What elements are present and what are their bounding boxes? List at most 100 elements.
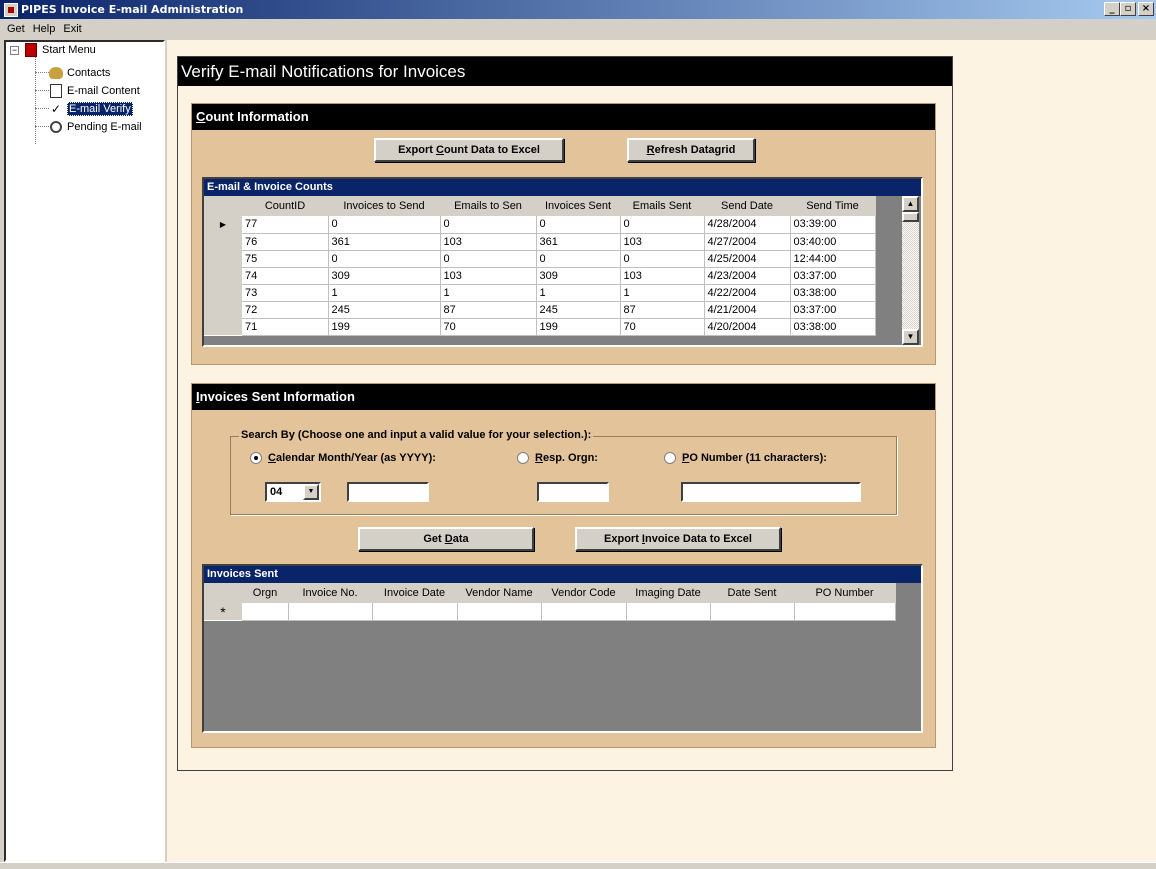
counts-datagrid[interactable]: E-mail & Invoice Counts CountID Invoices… — [202, 177, 923, 347]
menu-exit[interactable]: Exit — [59, 23, 85, 35]
table-cell[interactable]: 4/27/2004 — [704, 233, 791, 251]
table-cell[interactable] — [242, 603, 289, 621]
table-cell[interactable]: 0 — [620, 250, 705, 268]
table-cell[interactable] — [541, 603, 627, 621]
menu-help[interactable]: Help — [29, 23, 60, 35]
table-cell[interactable]: 76 — [242, 233, 329, 251]
column-header[interactable]: Send Time — [790, 196, 876, 216]
navigation-tree[interactable]: − Start Menu Contacts E-mail Content ✓ E… — [4, 40, 165, 862]
table-cell[interactable]: 103 — [620, 267, 705, 285]
minimize-button[interactable]: _ — [1104, 2, 1120, 16]
table-cell[interactable]: 03:37:00 — [790, 301, 876, 319]
column-header[interactable]: Invoices to Send — [328, 196, 441, 216]
table-cell[interactable]: 0 — [328, 250, 441, 268]
table-row[interactable]: ▶ 77 0 0 0 0 4/28/2004 03:39:00 — [204, 216, 876, 234]
table-cell[interactable] — [626, 603, 711, 621]
table-cell[interactable]: 4/21/2004 — [704, 301, 791, 319]
table-cell[interactable]: 72 — [242, 301, 329, 319]
table-cell[interactable]: 0 — [536, 216, 621, 234]
table-cell[interactable]: 70 — [620, 318, 705, 336]
table-cell[interactable]: 4/28/2004 — [704, 216, 791, 234]
column-header[interactable]: Date Sent — [710, 583, 795, 603]
column-header[interactable]: Vendor Code — [541, 583, 627, 603]
column-header[interactable]: Emails Sent — [620, 196, 705, 216]
po-number-input[interactable] — [681, 482, 861, 502]
month-select[interactable]: 04 ▼ — [265, 482, 321, 502]
column-header[interactable]: Invoice No. — [288, 583, 373, 603]
table-cell[interactable] — [457, 603, 542, 621]
table-cell[interactable] — [372, 603, 458, 621]
table-row[interactable]: 75 0 0 0 0 4/25/2004 12:44:00 — [204, 250, 876, 268]
close-button[interactable]: × — [1138, 2, 1154, 16]
new-row[interactable]: * — [204, 603, 896, 621]
column-header[interactable]: Invoices Sent — [536, 196, 621, 216]
row-header[interactable] — [204, 267, 242, 284]
resp-orgn-input[interactable] — [537, 482, 609, 502]
column-header[interactable]: Emails to Sen — [440, 196, 537, 216]
table-cell[interactable]: 03:38:00 — [790, 284, 876, 302]
tree-item-pending-email[interactable]: Pending E-mail — [48, 119, 142, 135]
dropdown-arrow-icon[interactable]: ▼ — [303, 484, 319, 500]
tree-item-email-verify[interactable]: ✓ E-mail Verify — [48, 101, 133, 117]
table-cell[interactable]: 03:39:00 — [790, 216, 876, 234]
table-cell[interactable]: 0 — [620, 216, 705, 234]
table-cell[interactable]: 199 — [328, 318, 441, 336]
table-cell[interactable]: 245 — [328, 301, 441, 319]
export-invoice-data-button[interactable]: Export Invoice Data to Excel — [575, 527, 781, 551]
row-header[interactable] — [204, 284, 242, 301]
maximize-button[interactable]: ▫ — [1120, 2, 1136, 16]
row-header[interactable] — [204, 250, 242, 267]
column-header[interactable]: Vendor Name — [457, 583, 542, 603]
tree-item-email-content[interactable]: E-mail Content — [48, 83, 140, 99]
table-cell[interactable]: 1 — [620, 284, 705, 302]
row-header[interactable] — [204, 318, 242, 335]
tree-item-start-menu[interactable]: − Start Menu — [10, 42, 96, 58]
table-cell[interactable] — [288, 603, 373, 621]
table-cell[interactable]: 75 — [242, 250, 329, 268]
table-cell[interactable]: 4/22/2004 — [704, 284, 791, 302]
column-header[interactable]: Send Date — [704, 196, 791, 216]
table-cell[interactable]: 309 — [328, 267, 441, 285]
get-data-button[interactable]: Get Data — [358, 527, 534, 551]
radio-button[interactable] — [517, 452, 529, 464]
table-cell[interactable]: 0 — [440, 216, 537, 234]
table-cell[interactable]: 03:38:00 — [790, 318, 876, 336]
table-cell[interactable]: 87 — [620, 301, 705, 319]
table-cell[interactable]: 12:44:00 — [790, 250, 876, 268]
table-cell[interactable]: 71 — [242, 318, 329, 336]
column-header[interactable]: Orgn — [242, 583, 289, 603]
counts-scrollbar[interactable]: ▲ ▼ — [902, 196, 919, 345]
menu-get[interactable]: Get — [3, 23, 29, 35]
table-cell[interactable] — [710, 603, 795, 621]
current-row-marker-icon[interactable]: ▶ — [204, 216, 242, 233]
table-cell[interactable]: 1 — [536, 284, 621, 302]
tree-item-contacts[interactable]: Contacts — [48, 65, 110, 81]
scroll-down-icon[interactable]: ▼ — [902, 329, 919, 345]
table-row[interactable]: 71 199 70 199 70 4/20/2004 03:38:00 — [204, 318, 876, 336]
table-cell[interactable]: 0 — [328, 216, 441, 234]
table-cell[interactable]: 245 — [536, 301, 621, 319]
table-row[interactable]: 73 1 1 1 1 4/22/2004 03:38:00 — [204, 284, 876, 302]
table-cell[interactable]: 73 — [242, 284, 329, 302]
table-cell[interactable]: 103 — [620, 233, 705, 251]
table-cell[interactable]: 0 — [536, 250, 621, 268]
table-cell[interactable]: 361 — [328, 233, 441, 251]
table-cell[interactable]: 03:40:00 — [790, 233, 876, 251]
table-cell[interactable]: 103 — [440, 233, 537, 251]
table-cell[interactable]: 70 — [440, 318, 537, 336]
table-row[interactable]: 76 361 103 361 103 4/27/2004 03:40:00 — [204, 233, 876, 251]
column-header[interactable]: Imaging Date — [626, 583, 711, 603]
table-cell[interactable]: 4/25/2004 — [704, 250, 791, 268]
year-input[interactable] — [347, 482, 429, 502]
scroll-thumb[interactable] — [902, 212, 919, 222]
radio-resp-orgn[interactable]: Resp. Orgn: — [517, 452, 598, 464]
row-header[interactable] — [204, 233, 242, 250]
radio-calendar-month[interactable]: Calendar Month/Year (as YYYY): — [250, 452, 436, 464]
refresh-datagrid-button[interactable]: Refresh Datagrid — [627, 138, 755, 162]
row-header[interactable] — [204, 301, 242, 318]
scroll-up-icon[interactable]: ▲ — [902, 196, 919, 212]
table-cell[interactable]: 103 — [440, 267, 537, 285]
collapse-icon[interactable]: − — [10, 45, 19, 55]
app-icon[interactable] — [4, 2, 18, 17]
column-header[interactable]: CountID — [242, 196, 329, 216]
